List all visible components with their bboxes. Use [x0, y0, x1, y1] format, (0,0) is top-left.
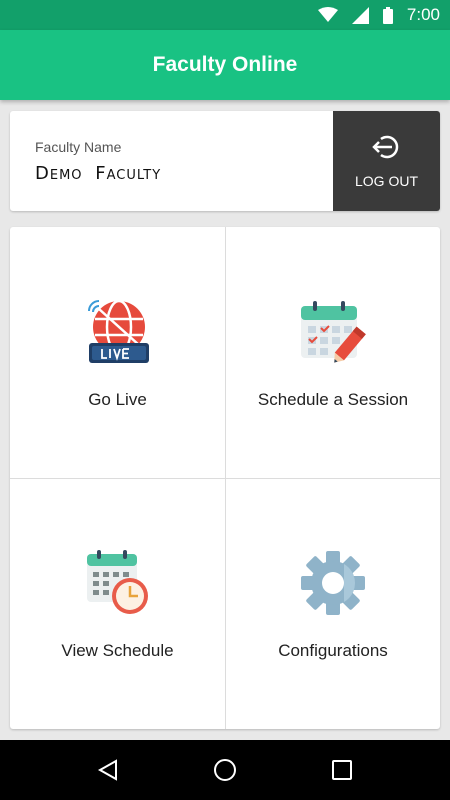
status-time: 7:00	[406, 5, 440, 24]
home-button[interactable]	[205, 750, 245, 790]
configurations-tile[interactable]: Configurations	[225, 478, 440, 729]
logout-button[interactable]: LOG OUT	[333, 111, 440, 211]
calendar-edit-icon	[297, 296, 369, 368]
schedule-session-label: Schedule a Session	[257, 389, 409, 409]
calendar-clock-icon	[82, 547, 154, 619]
faculty-name-value: Demo Faculty	[35, 163, 162, 184]
schedule-session-tile[interactable]: Schedule a Session	[225, 227, 440, 478]
back-button[interactable]	[88, 750, 128, 790]
recents-icon	[331, 760, 352, 780]
gear-icon	[297, 547, 369, 619]
faculty-card: Faculty Name Demo Faculty LOG OUT	[10, 111, 440, 211]
logout-icon	[371, 134, 402, 165]
go-live-tile[interactable]: Go Live	[10, 227, 225, 478]
view-schedule-tile[interactable]: View Schedule	[10, 478, 225, 729]
live-broadcast-icon	[82, 296, 154, 368]
battery-icon	[382, 6, 393, 24]
configurations-label: Configurations	[278, 641, 388, 660]
back-icon	[98, 759, 118, 781]
logout-label: LOG OUT	[354, 172, 418, 189]
go-live-label: Go Live	[88, 389, 147, 409]
faculty-name-label: Faculty Name	[35, 139, 122, 155]
status-bar: 7:00	[0, 0, 450, 30]
menu-grid: Go Live Schedule a Session View Schedule…	[10, 227, 440, 729]
recents-button[interactable]	[322, 750, 362, 790]
home-icon	[213, 759, 236, 781]
navigation-bar	[0, 740, 450, 800]
view-schedule-label: View Schedule	[61, 641, 174, 660]
app-title: Faculty Online	[152, 53, 298, 76]
wifi-icon	[317, 7, 338, 23]
app-bar: Faculty Online	[0, 30, 450, 100]
faculty-info: Faculty Name Demo Faculty	[10, 111, 333, 211]
signal-icon	[351, 6, 369, 24]
